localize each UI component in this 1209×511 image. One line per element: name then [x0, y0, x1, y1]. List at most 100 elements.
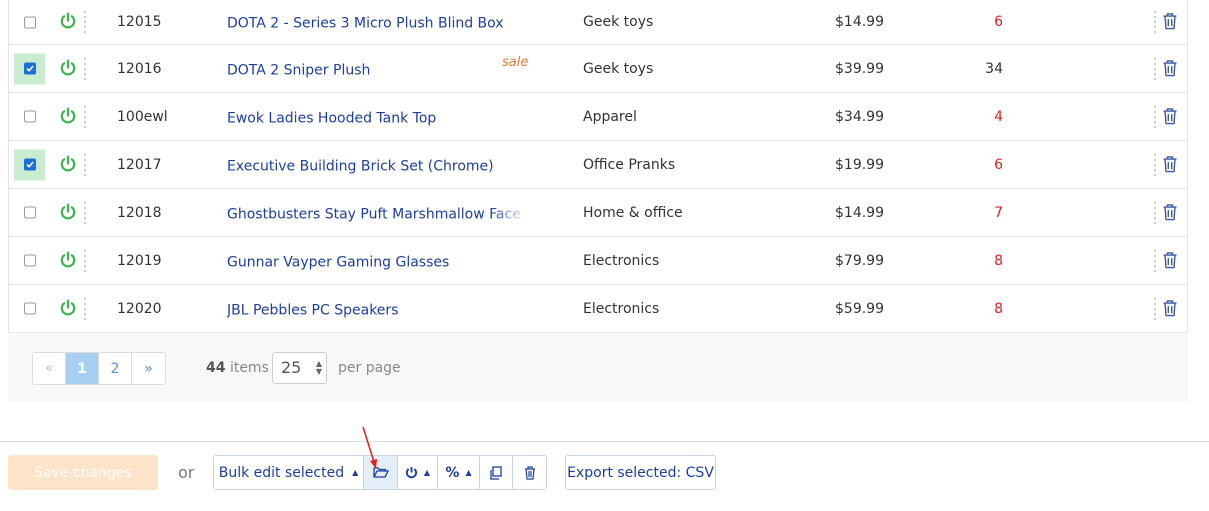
bulk-delete-button[interactable]: [513, 456, 546, 489]
per-page-select[interactable]: 25 ▲ ▼: [272, 352, 327, 384]
page-2-button[interactable]: 2: [99, 353, 132, 384]
drag-handle-icon[interactable]: [84, 105, 87, 128]
product-price: $79.99: [835, 252, 884, 269]
drag-handle-icon[interactable]: [84, 153, 87, 176]
next-page-button[interactable]: »: [132, 353, 165, 384]
product-name-link[interactable]: DOTA 2 - Series 3 Micro Plush Blind Box: [227, 15, 527, 31]
row-select-cell[interactable]: [14, 245, 45, 276]
product-price: $59.99: [835, 300, 884, 317]
table-row: 12016 DOTA 2 Sniper Plush sale Geek toys $39…: [9, 45, 1187, 93]
row-checkbox[interactable]: [23, 158, 36, 171]
product-name-link[interactable]: Ghostbusters Stay Puft Marshmallow Face …: [227, 206, 527, 222]
row-checkbox[interactable]: [23, 62, 36, 75]
page-1-button[interactable]: 1: [66, 353, 99, 384]
drag-handle-icon[interactable]: [1154, 297, 1157, 320]
product-sku: 12018: [117, 204, 162, 221]
bulk-edit-button[interactable]: Bulk edit selected ▲: [214, 456, 364, 489]
product-name-link[interactable]: Gunnar Vayper Gaming Glasses: [227, 254, 527, 270]
table-body: 12015 DOTA 2 - Series 3 Micro Plush Blind…: [9, 0, 1187, 333]
sale-badge: sale: [502, 55, 529, 70]
power-icon[interactable]: [59, 299, 77, 317]
annotation-arrow-icon: [362, 426, 377, 469]
pagination: « 1 2 »: [32, 352, 166, 385]
product-price: $19.99: [835, 156, 884, 173]
product-category: Home & office: [583, 204, 683, 221]
trash-icon[interactable]: [1162, 155, 1178, 173]
export-csv-button[interactable]: Export selected: CSV: [565, 455, 716, 490]
trash-icon[interactable]: [1162, 251, 1178, 269]
drag-handle-icon[interactable]: [1154, 57, 1157, 80]
product-name-link[interactable]: DOTA 2 Sniper Plush: [227, 62, 527, 78]
row-checkbox[interactable]: [23, 206, 36, 219]
power-icon: [405, 466, 417, 479]
drag-handle-icon[interactable]: [84, 297, 87, 320]
power-icon[interactable]: [59, 155, 77, 173]
drag-handle-icon[interactable]: [1154, 153, 1157, 176]
product-price: $34.99: [835, 108, 884, 125]
percent-icon: %: [445, 464, 460, 481]
product-sku: 12020: [117, 300, 162, 317]
product-category: Electronics: [583, 300, 660, 317]
product-name-link[interactable]: Executive Building Brick Set (Chrome): [227, 158, 527, 174]
trash-icon[interactable]: [1162, 299, 1178, 317]
trash-icon[interactable]: [1162, 59, 1178, 77]
row-checkbox[interactable]: [23, 254, 36, 267]
items-label: items: [229, 360, 269, 376]
trash-icon[interactable]: [1162, 12, 1178, 30]
duplicate-button[interactable]: [480, 456, 513, 489]
drag-handle-icon[interactable]: [84, 57, 87, 80]
power-icon[interactable]: [59, 12, 77, 30]
row-checkbox[interactable]: [23, 110, 36, 123]
pagination-bar: « 1 2 » 44 items 25 ▲ ▼ per page: [8, 334, 1188, 402]
product-sku: 12016: [117, 60, 162, 77]
drag-handle-icon[interactable]: [1154, 11, 1157, 33]
trash-icon[interactable]: [1162, 203, 1178, 221]
footer-divider: [0, 441, 1209, 442]
table-row: 100ewl Ewok Ladies Hooded Tank Top Apparel…: [9, 93, 1187, 141]
power-icon[interactable]: [59, 203, 77, 221]
row-select-cell[interactable]: [14, 101, 45, 132]
per-page-label: per page: [338, 360, 401, 376]
row-select-cell[interactable]: [14, 53, 45, 84]
prev-page-button[interactable]: «: [33, 353, 66, 384]
product-stock: 7: [994, 204, 1003, 221]
row-select-cell[interactable]: [14, 149, 45, 180]
drag-handle-icon[interactable]: [1154, 105, 1157, 128]
row-checkbox[interactable]: [23, 16, 36, 28]
product-price: $14.99: [835, 204, 884, 221]
product-category: Office Pranks: [583, 156, 676, 173]
save-changes-button[interactable]: Save changes: [8, 455, 158, 490]
copy-icon: [490, 465, 502, 480]
row-checkbox[interactable]: [23, 302, 36, 315]
product-stock: 4: [994, 108, 1003, 125]
product-name-link[interactable]: JBL Pebbles PC Speakers: [227, 302, 527, 318]
row-select-cell[interactable]: [14, 293, 45, 324]
power-icon[interactable]: [59, 58, 77, 77]
products-table: 12015 DOTA 2 - Series 3 Micro Plush Blind…: [8, 0, 1188, 333]
product-name-link[interactable]: Ewok Ladies Hooded Tank Top: [227, 110, 527, 126]
caret-up-icon: ▲: [352, 468, 359, 477]
or-label: or: [178, 463, 195, 482]
product-stock: 6: [994, 14, 1003, 30]
bulk-toggle-button[interactable]: ▲: [398, 456, 438, 489]
drag-handle-icon[interactable]: [1154, 201, 1157, 224]
power-icon[interactable]: [59, 106, 77, 125]
trash-icon[interactable]: [1162, 107, 1178, 125]
items-count: 44 items: [206, 360, 269, 376]
drag-handle-icon[interactable]: [84, 249, 87, 272]
drag-handle-icon[interactable]: [84, 11, 87, 33]
product-sku: 12015: [117, 14, 162, 30]
drag-handle-icon[interactable]: [84, 201, 87, 224]
product-sku: 12017: [117, 156, 162, 173]
product-stock: 8: [994, 252, 1003, 269]
drag-handle-icon[interactable]: [1154, 249, 1157, 272]
row-select-cell[interactable]: [14, 197, 45, 228]
table-row: 12019 Gunnar Vayper Gaming Glasses Electro…: [9, 237, 1187, 285]
per-page-value: 25: [281, 358, 302, 377]
bulk-edit-label: Bulk edit selected: [218, 464, 345, 481]
table-row: 12015 DOTA 2 - Series 3 Micro Plush Blind…: [9, 0, 1187, 45]
select-arrows-icon: ▲ ▼: [315, 359, 322, 376]
row-select-cell[interactable]: [14, 7, 45, 38]
power-icon[interactable]: [59, 251, 77, 269]
bulk-price-button[interactable]: % ▲: [438, 456, 480, 489]
